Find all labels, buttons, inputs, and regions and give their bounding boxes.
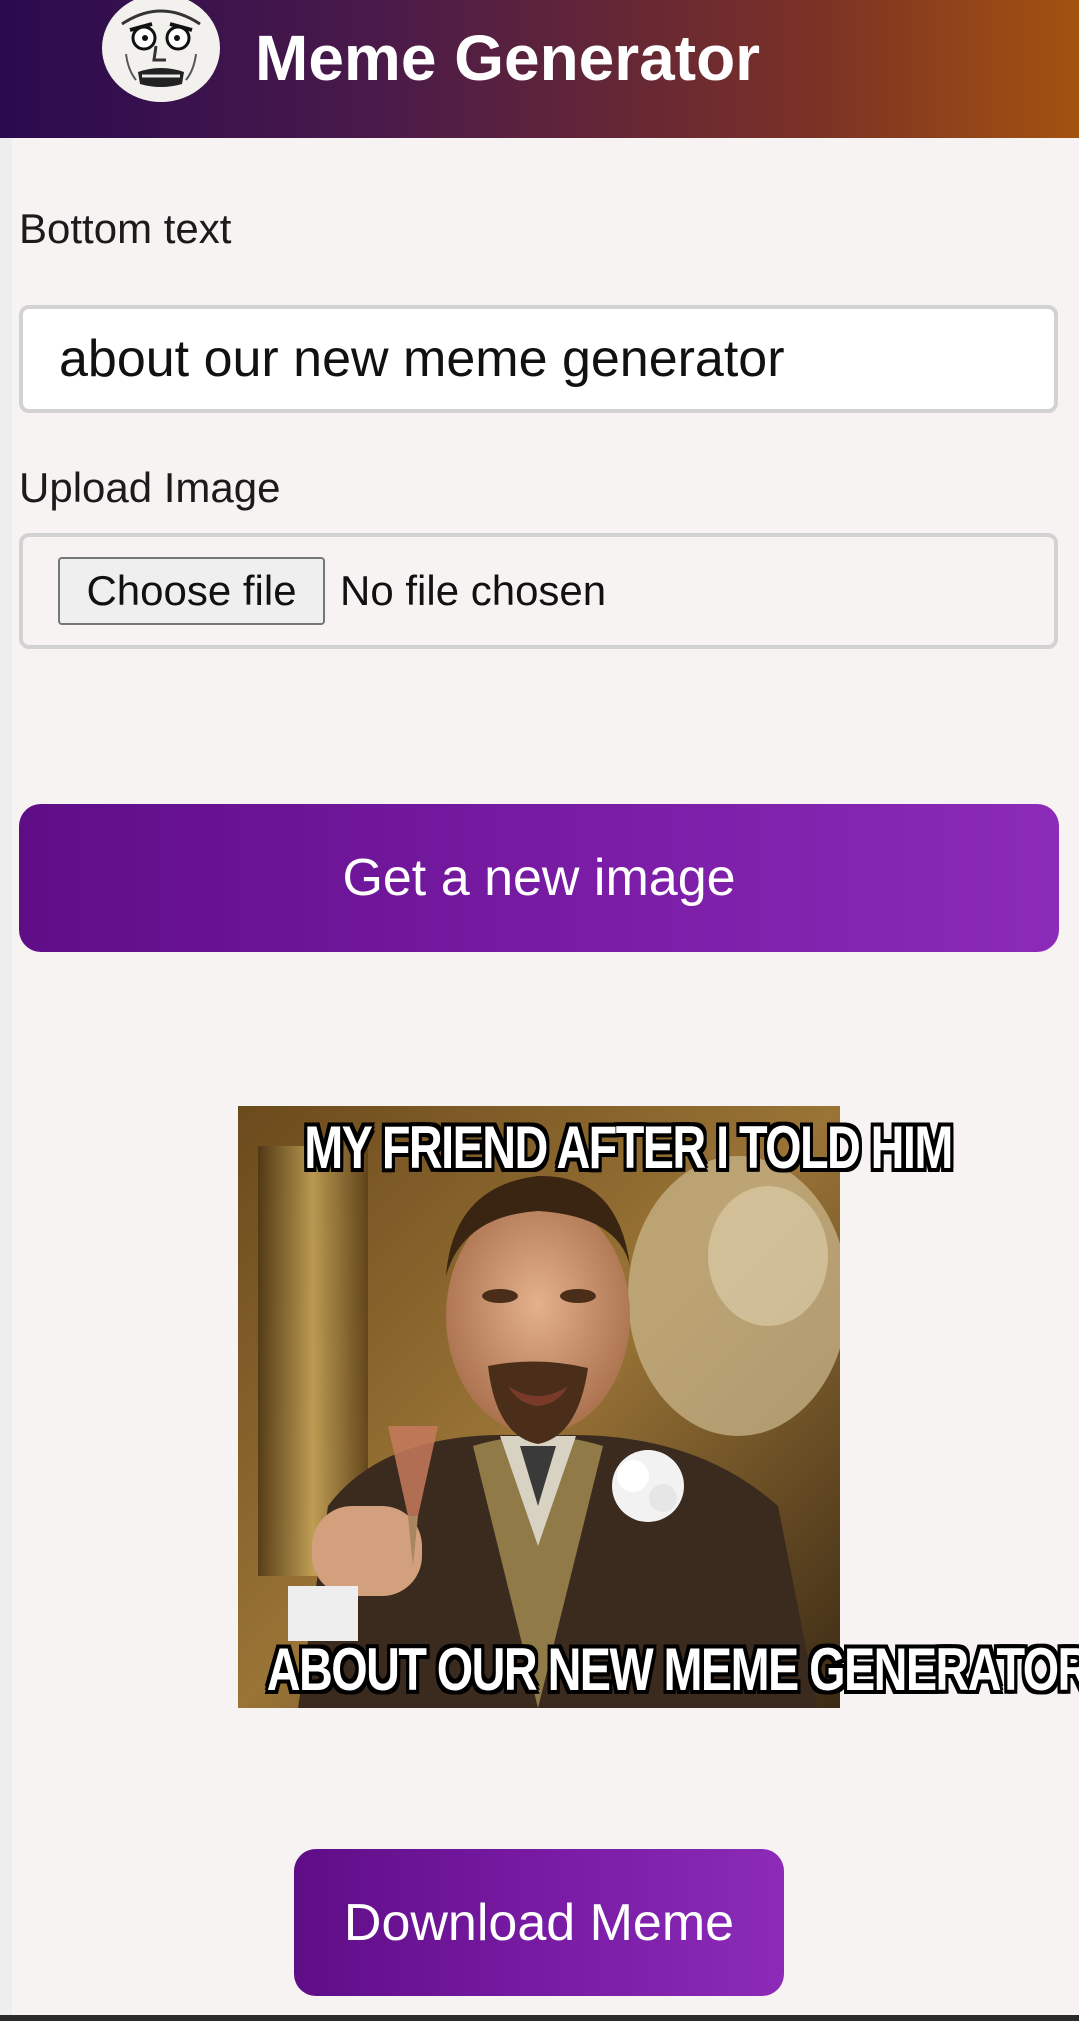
download-meme-button[interactable]: Download Meme [294, 1849, 784, 1996]
file-status-text: No file chosen [340, 567, 607, 614]
choose-file-button[interactable]: Choose file [58, 557, 325, 625]
meme-top-caption: MY FRIEND AFTER I TOLD HIM [304, 1114, 953, 1181]
bottom-text-label: Bottom text [19, 205, 232, 252]
rage-face-logo-icon [102, 0, 220, 102]
app-header: Meme Generator [0, 0, 1079, 138]
page-left-border [0, 138, 12, 2021]
get-new-image-button[interactable]: Get a new image [19, 804, 1059, 952]
upload-image-label: Upload Image [19, 464, 281, 511]
meme-preview: MY FRIEND AFTER I TOLD HIM ABOUT OUR NEW… [238, 1106, 1079, 1708]
meme-bottom-caption: ABOUT OUR NEW MEME GENERATOR [266, 1636, 1079, 1703]
app-title: Meme Generator [255, 22, 761, 94]
system-nav-bar [0, 2015, 1079, 2021]
file-upload-field[interactable]: Choose file No file chosen [19, 533, 1058, 649]
bottom-text-input[interactable] [19, 305, 1058, 413]
meme-photo [238, 1106, 840, 1708]
